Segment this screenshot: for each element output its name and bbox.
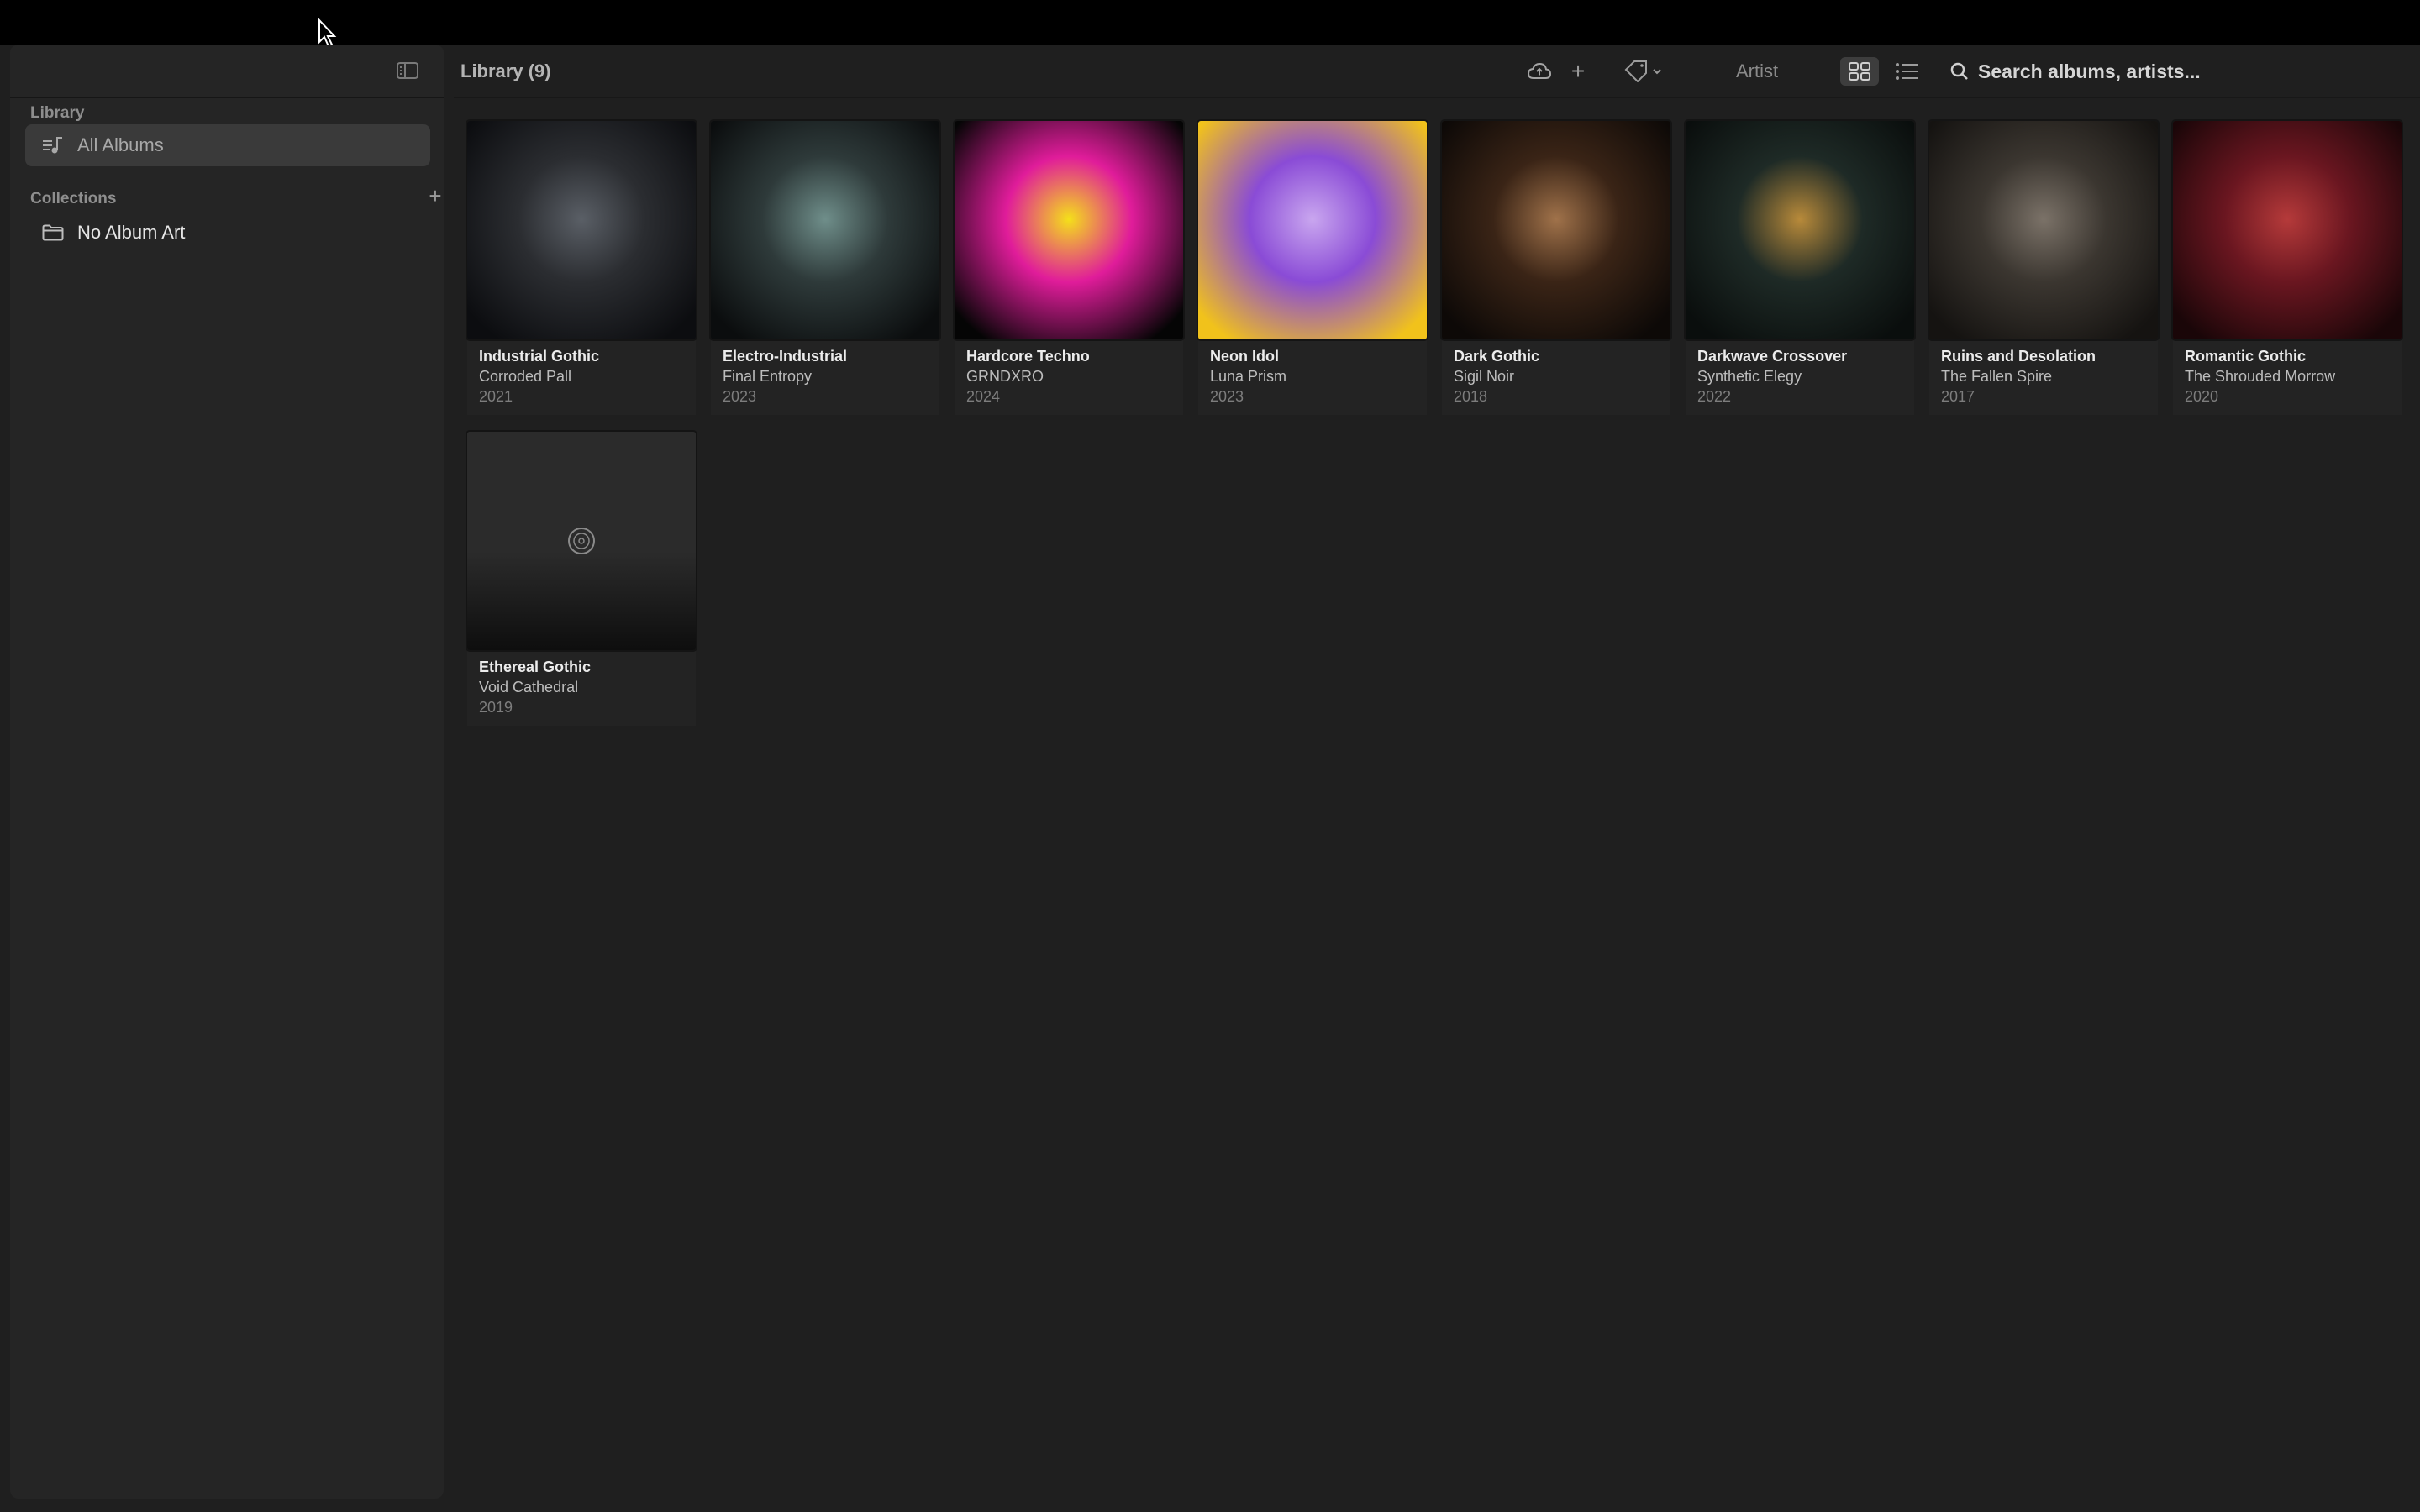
album-title: Electro-Industrial: [723, 348, 848, 365]
main-content: Library (9) + Artist Search albums, arti…: [454, 45, 2420, 1512]
album-artist: Synthetic Elegy: [1697, 368, 1802, 385]
sidebar-header: [10, 45, 444, 98]
album-year: 2023: [723, 388, 757, 405]
album-title: Darkwave Crossover: [1697, 348, 1848, 365]
sidebar: Library All Albums Collections + No Albu…: [10, 45, 444, 1499]
collections-section-label: Collections: [30, 190, 117, 207]
sort-value: Artist: [1736, 60, 1779, 81]
menu-bar: [0, 0, 2420, 45]
album-card[interactable]: Ruins and Desolation The Fallen Spire 2017: [1929, 121, 2158, 415]
grid-icon: [1849, 62, 1870, 81]
add-collection-button[interactable]: +: [425, 185, 445, 207]
album-artist: Final Entropy: [723, 368, 813, 385]
add-album-button[interactable]: +: [1568, 58, 1588, 84]
album-artist: Void Cathedral: [479, 679, 579, 696]
grid-view-button[interactable]: [1840, 57, 1879, 86]
album-artist: The Shrouded Morrow: [2185, 368, 2336, 385]
album-card[interactable]: Darkwave Crossover Synthetic Elegy 2022: [1686, 121, 1914, 415]
album-title: Ethereal Gothic: [479, 659, 592, 675]
album-cover[interactable]: [711, 121, 939, 339]
album-year: 2022: [1697, 388, 1732, 405]
album-cover[interactable]: [1198, 121, 1427, 339]
sidebar-item-all-albums[interactable]: All Albums: [25, 124, 430, 166]
album-artist: Luna Prism: [1210, 368, 1287, 385]
list-view-button[interactable]: [1887, 57, 1926, 86]
sidebar-item-label: All Albums: [77, 134, 164, 155]
album-artist: Sigil Noir: [1454, 368, 1515, 385]
album-card[interactable]: Electro-Industrial Final Entropy 2023: [711, 121, 939, 415]
page-title: Library (9): [460, 60, 551, 81]
album-cover[interactable]: [1929, 121, 2158, 339]
album-year: 2018: [1454, 388, 1488, 405]
album-artist: GRNDXRO: [966, 368, 1044, 385]
album-cover[interactable]: [2173, 121, 2402, 339]
album-year: 2023: [1210, 388, 1244, 405]
sort-select[interactable]: Artist: [1697, 55, 1857, 87]
album-year: 2020: [2185, 388, 2219, 405]
album-year: 2021: [479, 388, 513, 405]
album-title: Romantic Gothic: [2185, 348, 2307, 365]
sidebar-item-no-album-art[interactable]: No Album Art: [25, 212, 430, 254]
album-title: Neon Idol: [1210, 348, 1279, 365]
album-cover[interactable]: [955, 121, 1183, 339]
album-cover[interactable]: [467, 432, 696, 650]
toolbar: Library (9) + Artist: [454, 45, 2420, 98]
album-card[interactable]: Ethereal Gothic Void Cathedral 2019: [467, 432, 696, 726]
mouse-cursor-icon: [318, 18, 337, 48]
album-card[interactable]: Neon Idol Luna Prism 2023: [1198, 121, 1427, 415]
album-title: Hardcore Techno: [966, 348, 1090, 365]
tag-filter-icon[interactable]: [1623, 59, 1664, 84]
album-artist: The Fallen Spire: [1941, 368, 2053, 385]
folder-icon: [42, 222, 64, 244]
album-title: Industrial Gothic: [479, 348, 600, 365]
sidebar-item-label: No Album Art: [77, 222, 186, 243]
disc-icon: [568, 528, 595, 554]
album-cover[interactable]: [1442, 121, 1670, 339]
list-icon: [1896, 63, 1918, 80]
album-year: 2019: [479, 699, 513, 716]
search-field[interactable]: [1949, 54, 2403, 89]
music-note-list-icon: [42, 134, 64, 156]
album-cover[interactable]: [1686, 121, 1914, 339]
album-year: 2017: [1941, 388, 1975, 405]
album-card[interactable]: Dark Gothic Sigil Noir 2018: [1442, 121, 1670, 415]
album-cover[interactable]: [467, 121, 696, 339]
album-title: Ruins and Desolation: [1941, 348, 2096, 365]
cloud-upload-icon[interactable]: [1526, 59, 1553, 84]
album-title: Dark Gothic: [1454, 348, 1540, 365]
search-input[interactable]: [1976, 59, 2383, 84]
album-card[interactable]: Romantic Gothic The Shrouded Morrow 2020: [2173, 121, 2402, 415]
library-section-label: Library: [30, 104, 85, 122]
album-year: 2024: [966, 388, 1001, 405]
album-artist: Corroded Pall: [479, 368, 572, 385]
sidebar-toggle-icon[interactable]: [397, 62, 418, 79]
search-icon: [1950, 62, 1968, 80]
album-card[interactable]: Hardcore Techno GRNDXRO 2024: [955, 121, 1183, 415]
album-card[interactable]: Industrial Gothic Corroded Pall 2021: [467, 121, 696, 415]
